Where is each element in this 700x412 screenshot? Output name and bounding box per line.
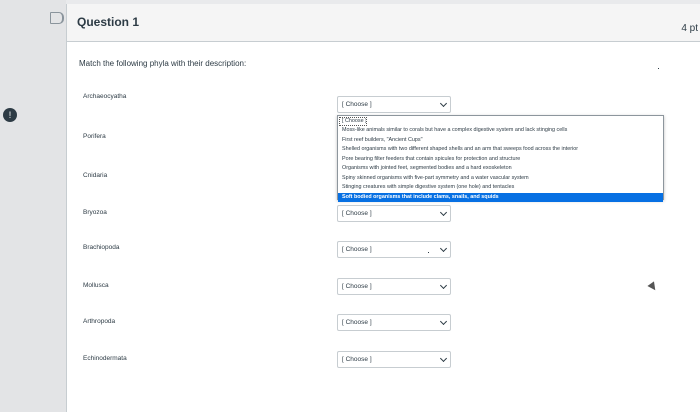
dot-mark [658, 68, 659, 69]
select-value: [ Choose ] [342, 319, 372, 326]
dropdown-option[interactable]: First reef builders, "Ancient Cups" [338, 136, 663, 146]
chevron-down-icon [439, 281, 448, 290]
question-points: 4 pt [681, 23, 698, 34]
match-dropdown-list-porifera[interactable]: [ Choose ] Moss-like animals similar to … [337, 115, 664, 202]
match-select-echinodermata[interactable]: [ Choose ] [337, 351, 451, 368]
dropdown-option[interactable]: Spiny skinned organisms with five-part s… [338, 174, 663, 184]
term-label-arthropoda: Arthropoda [83, 318, 116, 325]
dropdown-option[interactable]: Pore bearing filter feeders that contain… [338, 155, 663, 165]
dropdown-option[interactable]: Shelled organisms with two different sha… [338, 145, 663, 155]
chevron-down-icon [439, 354, 448, 363]
select-value: [ Choose ] [342, 101, 372, 108]
select-value: [ Choose ] [342, 283, 372, 290]
term-label-porifera: Porifera [83, 133, 106, 140]
flag-question-icon[interactable] [50, 12, 64, 24]
match-select-arthropoda[interactable]: [ Choose ] [337, 314, 451, 331]
dropdown-option[interactable]: Stinging creatures with simple digestive… [338, 183, 663, 193]
select-value: [ Choose ] [342, 356, 372, 363]
left-gutter: ! [0, 0, 66, 412]
question-header: Question 1 4 pt [67, 4, 700, 42]
term-label-cnidaria: Cnidaria [83, 172, 108, 179]
term-label-bryozoa: Bryozoa [83, 209, 107, 216]
info-circle-icon: ! [3, 108, 17, 122]
term-label-brachiopoda: Brachiopoda [83, 244, 120, 251]
match-select-bryozoa[interactable]: [ Choose ] [337, 205, 451, 222]
dropdown-option-highlighted[interactable]: Soft bodied organisms that include clams… [338, 192, 663, 202]
question-prompt: Match the following phyla with their des… [79, 59, 247, 68]
chevron-down-icon [439, 208, 448, 217]
select-value: [ Choose ] [342, 246, 372, 253]
chevron-down-icon [439, 99, 448, 108]
term-label-mollusca: Mollusca [83, 282, 109, 289]
select-value: [ Choose ] [342, 210, 372, 217]
match-select-archaeocyatha[interactable]: [ Choose ] [337, 96, 451, 113]
dot-mark [428, 252, 429, 253]
term-label-echinodermata: Echinodermata [83, 355, 127, 362]
chevron-down-icon [439, 244, 448, 253]
term-label-archaeocyatha: Archaeocyatha [83, 93, 127, 100]
dropdown-option[interactable]: Organisms with jointed feet, segmented b… [338, 164, 663, 174]
match-select-mollusca[interactable]: [ Choose ] [337, 278, 451, 295]
chevron-down-icon [439, 317, 448, 326]
question-title: Question 1 [77, 15, 140, 29]
dropdown-option[interactable]: [ Choose ] [339, 117, 367, 126]
question-card: Question 1 4 pt Match the following phyl… [66, 4, 700, 412]
dropdown-option[interactable]: Moss-like animals similar to corals but … [338, 126, 663, 136]
match-select-brachiopoda[interactable]: [ Choose ] [337, 241, 451, 258]
